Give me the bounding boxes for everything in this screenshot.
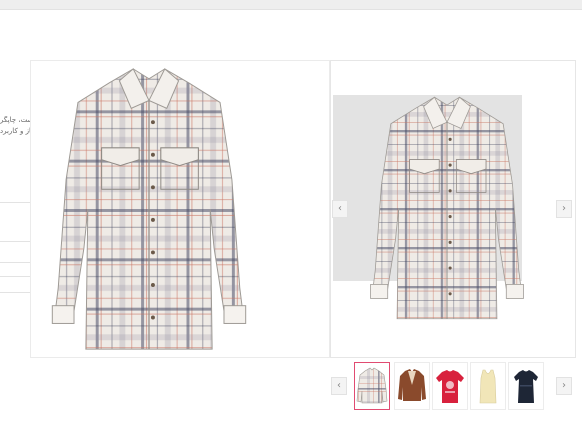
divider (0, 241, 31, 242)
product-image[interactable] (361, 91, 533, 325)
product-gallery[interactable]: ‹ › (330, 60, 576, 358)
thumbnail-red-tshirt[interactable] (432, 362, 468, 410)
page-top-bar (0, 0, 582, 10)
description-text-line-1: ست، چاپگر (0, 116, 34, 124)
divider (0, 276, 31, 277)
thumbnails-prev-button[interactable]: ‹ (331, 377, 347, 395)
thumbnail-navy-top[interactable] (508, 362, 544, 410)
thumbnail-strip (352, 362, 554, 410)
description-text-line-2: باز و کاربرد (0, 127, 34, 135)
gallery-prev-button[interactable]: ‹ (332, 200, 348, 218)
thumbnail-cream-tank-top[interactable] (470, 362, 506, 410)
thumbnail-brown-jacket[interactable] (394, 362, 430, 410)
gallery-next-button[interactable]: › (556, 200, 572, 218)
divider (0, 202, 31, 203)
divider (0, 262, 31, 263)
divider (0, 292, 31, 293)
thumbnail-plaid-shirt[interactable] (354, 362, 390, 410)
thumbnails-next-button[interactable]: › (556, 377, 572, 395)
zoomed-product-image (30, 60, 330, 358)
